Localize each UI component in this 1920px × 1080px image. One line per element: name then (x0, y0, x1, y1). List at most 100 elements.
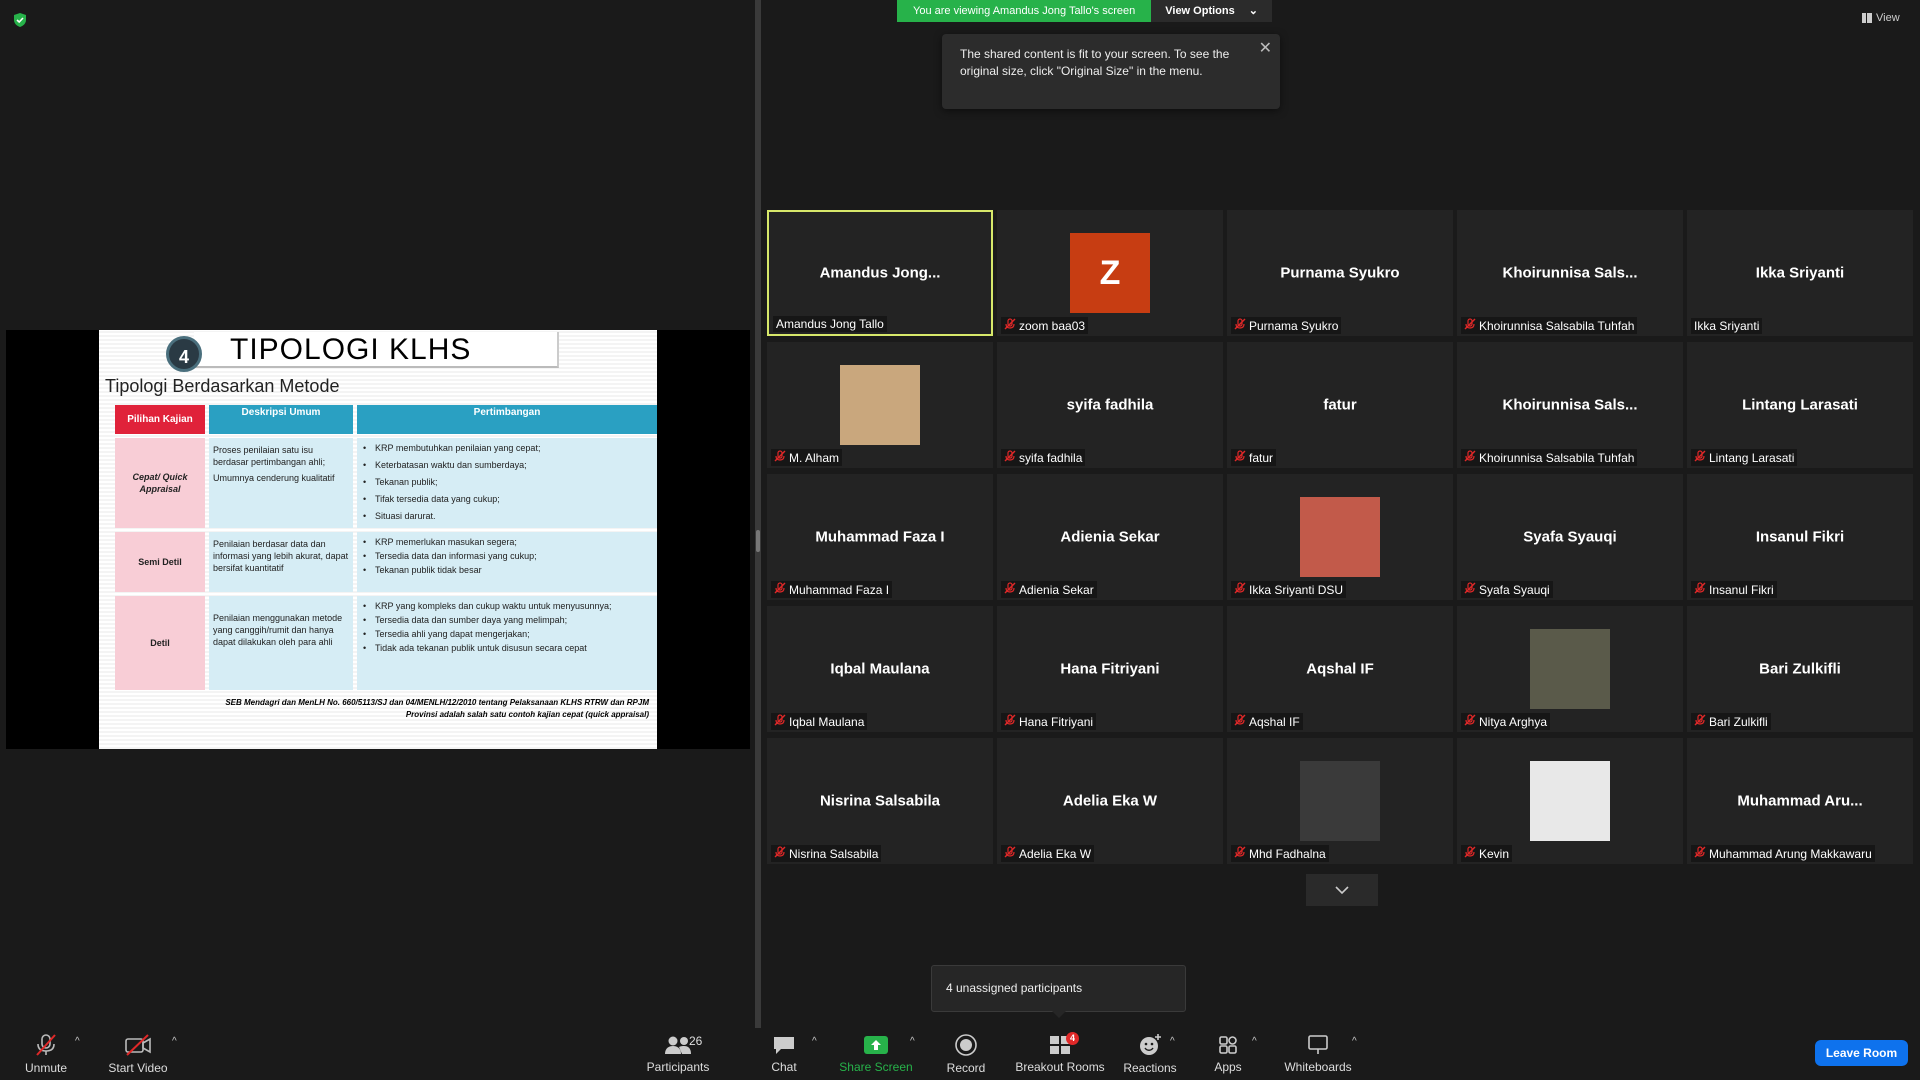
breakout-rooms-button[interactable]: Breakout Rooms (1012, 1028, 1108, 1080)
participant-name: Insanul Fikri (1709, 582, 1774, 597)
mic-muted-icon (1234, 582, 1246, 597)
table-cell-kajian: Semi Detil (115, 532, 205, 592)
footer-line: SEB Mendagri dan MenLH No. 660/5113/SJ d… (225, 698, 649, 707)
mic-muted-icon (1004, 846, 1016, 861)
participant-tile[interactable]: Bari Zulkifli Bari Zulkifli (1687, 606, 1913, 732)
whiteboards-options-caret-icon[interactable]: ^ (1352, 1036, 1357, 1047)
chat-button[interactable]: Chat (760, 1028, 808, 1080)
participant-display-name: Ikka Sriyanti (1755, 264, 1845, 282)
participant-tile[interactable]: Khoirunnisa Sals... Khoirunnisa Salsabila… (1457, 342, 1683, 468)
participant-tile[interactable]: Purnama Syukro Purnama Syukro (1227, 210, 1453, 336)
view-button[interactable]: View (1862, 12, 1900, 24)
participant-name: Khoirunnisa Salsabila Tuhfah (1479, 450, 1635, 465)
participant-tile[interactable]: Hana Fitriyani Hana Fitriyani (997, 606, 1223, 732)
participant-name: Adelia Eka W (1019, 846, 1092, 861)
participant-display-name: Amandus Jong... (819, 264, 941, 282)
participant-photo (1300, 497, 1380, 577)
participant-display-name: Syafa Syauqi (1523, 528, 1617, 546)
shared-screen-panel: TIPOLOGI KLHS 4 Tipologi Berdasarkan Met… (0, 0, 755, 1028)
viewing-screen-label: You are viewing Amandus Jong Tallo's scr… (897, 0, 1152, 22)
participant-display-name: Iqbal Maulana (830, 660, 930, 678)
reactions-icon (1140, 1034, 1161, 1055)
record-icon (955, 1034, 977, 1056)
participant-tile[interactable]: syifa fadhila syifa fadhila (997, 342, 1223, 468)
record-button[interactable]: Record (940, 1028, 992, 1080)
participant-display-name: Lintang Larasati (1742, 396, 1858, 414)
start-video-button[interactable]: Start Video (104, 1028, 172, 1080)
chat-icon (774, 1037, 794, 1054)
breakout-rooms-label: Breakout Rooms (1015, 1060, 1105, 1074)
participant-display-name: Khoirunnisa Sals... (1502, 396, 1638, 414)
view-options-button[interactable]: View Options ⌄ (1151, 0, 1272, 22)
participant-tile[interactable]: Aqshal IF Aqshal IF (1227, 606, 1453, 732)
participant-name-label: Nisrina Salsabila (771, 845, 882, 862)
chat-options-caret-icon[interactable]: ^ (812, 1036, 817, 1047)
apps-button[interactable]: Apps (1206, 1028, 1250, 1080)
panel-divider[interactable] (755, 0, 761, 1028)
chat-label: Chat (771, 1060, 797, 1074)
participant-display-name: Muhammad Aru... (1737, 792, 1863, 810)
mic-muted-icon (1234, 714, 1246, 729)
leave-room-button[interactable]: Leave Room (1815, 1040, 1908, 1066)
mic-muted-icon (1464, 582, 1476, 597)
participant-name-label: Iqbal Maulana (771, 713, 868, 730)
unmute-label: Unmute (24, 1061, 68, 1075)
participant-tile[interactable]: Amandus Jong... Amandus Jong Tallo (767, 210, 993, 336)
unassigned-participants-notice[interactable]: 4 unassigned participants (931, 965, 1186, 1012)
whiteboards-label: Whiteboards (1284, 1060, 1352, 1074)
participant-tile[interactable]: Syafa Syauqi Syafa Syauqi (1457, 474, 1683, 600)
participant-display-name: Bari Zulkifli (1759, 660, 1841, 678)
participant-display-name: Adelia Eka W (1062, 792, 1158, 810)
video-options-caret-icon[interactable]: ^ (172, 1036, 177, 1047)
participant-name-label: Khoirunnisa Salsabila Tuhfah (1461, 449, 1638, 466)
gallery-scroll-down-button[interactable] (1306, 874, 1378, 906)
participant-name: Muhammad Faza I (789, 582, 890, 597)
mic-muted-icon (1694, 450, 1706, 465)
participant-tile[interactable]: Mhd Fadhalna (1227, 738, 1453, 864)
close-icon[interactable]: ✕ (1259, 40, 1272, 57)
apps-options-caret-icon[interactable]: ^ (1252, 1036, 1257, 1047)
participant-tile[interactable]: Adelia Eka W Adelia Eka W (997, 738, 1223, 864)
participant-tile[interactable]: Nisrina Salsabila Nisrina Salsabila (767, 738, 993, 864)
participant-tile[interactable]: M. Alham (767, 342, 993, 468)
participant-tile[interactable]: Zzoom baa03 (997, 210, 1223, 336)
participant-tile[interactable]: Insanul Fikri Insanul Fikri (1687, 474, 1913, 600)
list-item: Tekanan publik; (361, 476, 653, 488)
participant-tile[interactable]: Ikka Sriyanti Ikka Sriyanti (1687, 210, 1913, 336)
participant-tile[interactable]: Ikka Sriyanti DSU (1227, 474, 1453, 600)
participants-label: Participants (646, 1060, 710, 1074)
participant-tile[interactable]: fatur fatur (1227, 342, 1453, 468)
participant-tile[interactable]: Adienia Sekar Adienia Sekar (997, 474, 1223, 600)
table-cell-pertimbangan: KRP memerlukan masukan segera; Tersedia … (357, 532, 657, 592)
participant-tile[interactable]: Lintang Larasati Lintang Larasati (1687, 342, 1913, 468)
participant-name-label: fatur (1231, 449, 1277, 466)
participant-tile[interactable]: Muhammad Faza I Muhammad Faza I (767, 474, 993, 600)
participant-name: M. Alham (789, 450, 840, 465)
participant-tile[interactable]: Iqbal Maulana Iqbal Maulana (767, 606, 993, 732)
whiteboards-button[interactable]: Whiteboards (1280, 1028, 1356, 1080)
presentation-slide: TIPOLOGI KLHS 4 Tipologi Berdasarkan Met… (99, 330, 657, 749)
mic-muted-icon (1234, 846, 1246, 861)
participant-name: Bari Zulkifli (1709, 714, 1768, 729)
participant-name: Amandus Jong Tallo (776, 317, 884, 331)
participant-tile[interactable]: Muhammad Aru... Muhammad Arung Makkawaru (1687, 738, 1913, 864)
unmute-button[interactable]: Unmute (18, 1028, 74, 1080)
participant-tile[interactable]: Nitya Arghya (1457, 606, 1683, 732)
participant-tile[interactable]: Khoirunnisa Sals... Khoirunnisa Salsabila… (1457, 210, 1683, 336)
mic-muted-icon (774, 846, 786, 861)
share-options-caret-icon[interactable]: ^ (910, 1036, 915, 1047)
share-screen-label: Share Screen (839, 1060, 913, 1074)
security-shield-icon[interactable] (12, 12, 28, 28)
participant-photo (1530, 629, 1610, 709)
share-screen-button[interactable]: Share Screen (836, 1028, 916, 1080)
list-item: Tersedia ahli yang dapat mengerjakan; (361, 628, 653, 640)
divider-drag-handle[interactable] (756, 530, 760, 552)
participant-tile[interactable]: Kevin (1457, 738, 1683, 864)
audio-options-caret-icon[interactable]: ^ (75, 1036, 80, 1047)
participant-name-label: Syafa Syauqi (1461, 581, 1553, 598)
participants-button[interactable]: Participants (640, 1028, 716, 1080)
shared-content-view[interactable]: TIPOLOGI KLHS 4 Tipologi Berdasarkan Met… (6, 330, 750, 749)
slide-subtitle: Tipologi Berdasarkan Metode (105, 376, 340, 396)
list-item: Situasi darurat. (361, 510, 653, 522)
reactions-options-caret-icon[interactable]: ^ (1170, 1036, 1175, 1047)
